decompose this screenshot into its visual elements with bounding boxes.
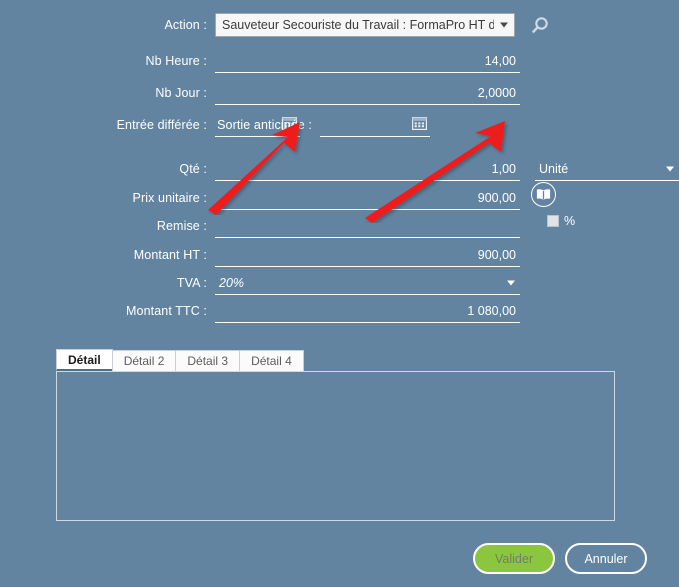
validate-button[interactable]: Valider	[473, 543, 555, 574]
dialog-actions: Valider Annuler	[0, 543, 679, 574]
book-icon[interactable]	[531, 182, 556, 207]
unite-value: Unité	[539, 161, 569, 176]
tab-3[interactable]: Détail 3	[175, 350, 241, 371]
montant-ttc-row: Montant TTC : 1 080,00	[0, 298, 520, 324]
nb-heure-input[interactable]: 14,00	[215, 49, 520, 73]
montant-ht-input[interactable]: 900,00	[215, 243, 520, 267]
nb-jour-row: Nb Jour : 2,0000	[0, 80, 520, 106]
chevron-down-icon	[500, 22, 508, 28]
tab-bar: Détail Détail 2 Détail 3 Détail 4	[56, 349, 616, 371]
prix-unitaire-input[interactable]: 900,00	[215, 186, 520, 210]
qte-row: Qté : 1,00	[0, 156, 520, 182]
tva-select[interactable]: 20%	[215, 271, 520, 295]
remise-row: Remise :	[0, 213, 520, 239]
tva-label: TVA :	[176, 276, 207, 290]
nb-jour-label: Nb Jour :	[155, 86, 207, 100]
nb-jour-value: 2,0000	[477, 85, 516, 100]
remise-input[interactable]	[215, 214, 520, 238]
qte-label: Qté :	[179, 162, 207, 176]
detail-tabs: Détail Détail 2 Détail 3 Détail 4	[56, 349, 616, 371]
montant-ht-value: 900,00	[477, 247, 516, 262]
tab-4[interactable]: Détail 4	[239, 350, 304, 371]
montant-ttc-value: 1 080,00	[467, 303, 516, 318]
sortie-anticipee-label: Sortie anticipée :	[217, 118, 312, 132]
action-select-value: Sauveteur Secouriste du Travail : FormaP…	[222, 18, 494, 32]
calendar-icon[interactable]	[412, 116, 428, 131]
remise-label: Remise :	[156, 219, 207, 233]
nb-heure-row: Nb Heure : 14,00	[0, 48, 520, 74]
montant-ht-label: Montant HT :	[133, 248, 207, 262]
detail-tab-panel[interactable]	[56, 371, 615, 521]
montant-ht-row: Montant HT : 900,00	[0, 242, 520, 268]
percent-label: %	[564, 214, 576, 228]
qte-value: 1,00	[491, 161, 516, 176]
unite-select[interactable]: Unité	[535, 157, 679, 181]
percent-toggle[interactable]: %	[547, 214, 575, 228]
montant-ttc-label: Montant TTC :	[126, 304, 207, 318]
tva-value: 20%	[219, 275, 245, 290]
nb-heure-value: 14,00	[484, 53, 516, 68]
qte-input[interactable]: 1,00	[215, 157, 520, 181]
prix-unitaire-value: 900,00	[477, 190, 516, 205]
nb-jour-input[interactable]: 2,0000	[215, 81, 520, 105]
unite-row: Unité	[535, 156, 679, 182]
action-label: Action :	[164, 18, 207, 32]
search-icon[interactable]	[531, 15, 554, 37]
nb-heure-label: Nb Heure :	[145, 54, 207, 68]
cancel-button[interactable]: Annuler	[565, 543, 647, 574]
entree-differee-label: Entrée différée :	[116, 118, 207, 132]
prix-unitaire-row: Prix unitaire : 900,00	[0, 185, 520, 211]
tab-2[interactable]: Détail 2	[111, 350, 177, 371]
action-select[interactable]: Sauveteur Secouriste du Travail : FormaP…	[215, 13, 515, 37]
chevron-down-icon	[507, 280, 515, 285]
action-row: Action : Sauveteur Secouriste du Travail…	[0, 12, 679, 38]
percent-checkbox[interactable]	[547, 215, 559, 227]
tva-row: TVA : 20%	[0, 270, 520, 296]
tab-1[interactable]: Détail	[56, 349, 113, 371]
montant-ttc-input[interactable]: 1 080,00	[215, 299, 520, 323]
chevron-down-icon	[666, 166, 674, 171]
prix-unitaire-label: Prix unitaire :	[132, 191, 207, 205]
sortie-anticipee-input[interactable]	[320, 113, 430, 137]
sortie-anticipee-row: Sortie anticipée :	[215, 112, 430, 138]
